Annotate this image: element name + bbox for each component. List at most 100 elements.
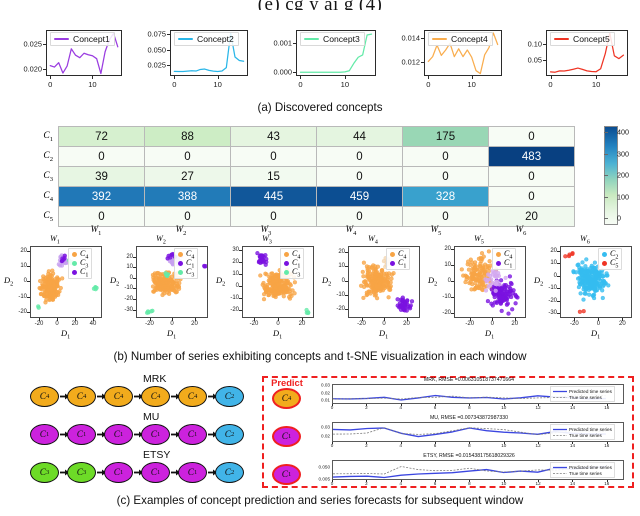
- tsne-panel-title: W1: [50, 234, 60, 246]
- tsne-xtick: -20: [357, 321, 366, 327]
- concept-xtick: 0: [172, 80, 177, 89]
- concept-legend-label: Concept2: [197, 34, 234, 44]
- concept-legend-swatch: [554, 37, 569, 41]
- tsne-xtick: 40: [89, 321, 97, 327]
- concept-legend-label: Concept3: [323, 34, 360, 44]
- forecast-ytick: 0.050: [318, 464, 331, 470]
- forecast-xtick-mark: [606, 442, 608, 444]
- heatmap-row: C2 0 0 0 0 0 483: [28, 146, 575, 167]
- concept-legend-label: Concept4: [451, 34, 488, 44]
- concept-panel-3: 0.000 0.001 0 10 Concept3: [256, 18, 382, 98]
- concept-ytick: 0.05: [527, 55, 542, 65]
- tsne-ytick-mark: [451, 297, 454, 299]
- tsne-ytick-mark: [557, 250, 560, 252]
- heatmap-cell: 388: [144, 186, 231, 207]
- tsne-ytick: 10: [550, 260, 557, 267]
- concept-legend-swatch: [54, 37, 69, 41]
- chain-node: C4: [30, 386, 59, 407]
- tsne-xtick-mark: [598, 318, 600, 321]
- caption-c: (c) Examples of concept prediction and s…: [116, 494, 524, 507]
- tsne-ytick-mark: [133, 309, 136, 311]
- heatmap-cell: 0: [316, 146, 403, 167]
- tsne-y-axis-label: D2: [4, 276, 14, 288]
- forecast-legend-label: Predicted time series: [569, 426, 612, 432]
- forecast-legend-label: Predicted time series: [569, 464, 612, 470]
- tsne-ytick: -10: [18, 293, 27, 300]
- tsne-ytick-mark: [239, 273, 242, 275]
- tsne-ytick-mark: [557, 275, 560, 277]
- tsne-legend-dot: [178, 270, 183, 275]
- tsne-ytick-mark: [133, 267, 136, 269]
- forecast-legend-swatch: [553, 472, 567, 474]
- concept-legend: Concept3: [300, 32, 365, 46]
- tsne-xtick-mark: [254, 318, 255, 321]
- tsne-x-axis-label: D1: [591, 329, 601, 341]
- forecast-legend-row: Predicted time series: [553, 426, 612, 432]
- tsne-legend-row: C1: [72, 267, 88, 278]
- heatmap-cell: 0: [230, 146, 317, 167]
- forecast-title: MU, RMSE =0.007343872987330: [429, 415, 508, 421]
- tsne-xtick-mark: [39, 318, 40, 321]
- predict-label: Predict: [271, 377, 303, 388]
- forecast-legend-swatch: [553, 428, 567, 430]
- tsne-xtick: -20: [465, 321, 475, 327]
- tsne-legend: C4 C3 C1: [68, 248, 93, 279]
- tsne-xtick-mark: [194, 318, 196, 321]
- heatmap-row: C5 0 0 0 0 0 20: [28, 206, 575, 227]
- tsne-ytick-mark: [451, 281, 454, 283]
- forecast-legend-label: True time series: [569, 394, 602, 400]
- colorbar-tick-mark: [604, 153, 608, 155]
- tsne-ytick-mark: [557, 263, 560, 265]
- concept-ytick: 0.000: [273, 67, 293, 77]
- tsne-legend-label: C5: [610, 257, 619, 270]
- tsne-legend-dot: [72, 252, 77, 257]
- concept-legend: Concept5: [550, 32, 615, 46]
- forecast-ytick: 0.02: [321, 433, 330, 439]
- concept-ytick: 0.020: [23, 64, 43, 74]
- tsne-ytick-mark: [239, 285, 242, 287]
- tsne-x-axis-label: D1: [485, 329, 495, 341]
- concept-xtick: 10: [467, 80, 476, 89]
- tsne-panel-title: W2: [156, 234, 166, 246]
- tsne-xtick: -20: [145, 321, 154, 327]
- tsne-ytick: 10: [20, 262, 27, 269]
- heatmap-cell: 459: [316, 186, 403, 207]
- heatmap-cell: 27: [144, 166, 231, 187]
- colorbar-tick-label: 200: [617, 170, 629, 180]
- forecast-ytick: 0.01: [321, 397, 330, 403]
- tsne-xtick: 20: [71, 321, 79, 327]
- chain-node: C4: [178, 386, 207, 407]
- heatmap-row-label: C5: [43, 210, 53, 223]
- forecast-xtick-mark: [572, 480, 574, 482]
- forecast-panel-MRK: MRK, RMSE =0.006310518737471664 0.01 0.02 0…: [310, 377, 628, 413]
- tsne-ytick: -20: [442, 310, 451, 317]
- chain-row-MRK: C 4 C 4 C 4 C 4 C 4 C 2 MRK: [30, 373, 280, 412]
- tsne-xtick-mark: [514, 318, 516, 321]
- forecast-xtick-mark: [332, 480, 333, 482]
- chain-node: C4: [141, 386, 170, 407]
- tsne-y-axis-label: D2: [216, 276, 226, 288]
- tsne-ytick-mark: [557, 288, 560, 290]
- colorbar-tick-mark: [604, 196, 608, 198]
- tsne-ytick-mark: [239, 309, 242, 311]
- concept-xtick-mark: [550, 76, 552, 79]
- concept-ytick-mark: [43, 68, 46, 70]
- tsne-ytick: -20: [124, 295, 133, 302]
- concept-xtick-mark: [300, 76, 302, 79]
- tsne-xtick: 20: [511, 321, 519, 327]
- caption-b: (b) Number of series exhibiting concepts…: [113, 350, 527, 363]
- tsne-x-axis-label: D1: [61, 329, 71, 341]
- concept-legend: Concept4: [428, 32, 493, 46]
- heatmap-cell: 175: [402, 126, 489, 147]
- forecast-xtick-mark: [572, 442, 574, 444]
- figure-root: (e) cg y ai g (4) 0.0200.025010Concept10…: [0, 0, 640, 516]
- chain-row-ETSY: C 3 C 3 C 1 C 1 C 1 C 2 ETSY: [30, 449, 280, 488]
- tsne-xtick: -20: [34, 321, 44, 327]
- forecast-legend-row: True time series: [553, 470, 612, 476]
- concept-ytick-mark: [293, 43, 296, 45]
- tsne-legend-label: C3: [292, 266, 301, 279]
- tsne-xtick: 0: [276, 321, 280, 327]
- concept-xtick: 0: [426, 80, 431, 89]
- tsne-legend: C4 C1: [386, 248, 411, 270]
- tsne-legend: C4 C1 C3: [174, 248, 199, 279]
